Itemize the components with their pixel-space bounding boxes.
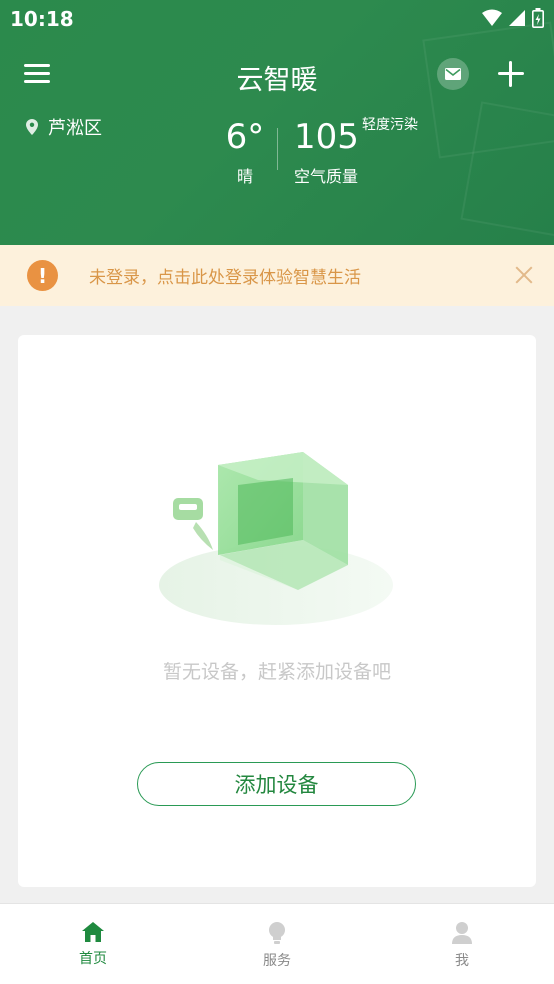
warning-icon: ! <box>27 260 58 291</box>
home-icon <box>82 922 104 942</box>
wifi-icon <box>482 9 502 26</box>
notice-text[interactable]: 未登录，点击此处登录体验智慧生活 <box>89 263 361 288</box>
aqi-level: 轻度污染 <box>362 117 418 133</box>
weather-block: 6° 晴 <box>218 118 272 187</box>
tab-me[interactable]: 我 <box>402 922 522 970</box>
header: 10:18 云智暖 芦淞区 6° 晴 105 空气质量 轻度污染 <box>0 0 554 245</box>
close-icon[interactable] <box>514 265 534 285</box>
location-pin-icon <box>26 119 38 135</box>
tab-home[interactable]: 首页 <box>33 922 153 968</box>
empty-message: 暂无设备，赶紧添加设备吧 <box>162 661 391 683</box>
bulb-icon <box>269 922 285 944</box>
message-button[interactable] <box>437 58 469 90</box>
aqi-value: 105 <box>294 117 359 157</box>
add-button[interactable] <box>496 59 526 89</box>
temperature-value: 6° <box>225 117 265 157</box>
status-time: 10:18 <box>10 7 74 31</box>
page-title: 云智暖 <box>236 65 318 96</box>
status-bar: 10:18 <box>0 0 554 40</box>
tab-label: 我 <box>455 953 469 969</box>
location-label: 芦淞区 <box>48 118 102 139</box>
signal-icon <box>509 10 525 26</box>
device-card: 暂无设备，赶紧添加设备吧 添加设备 <box>18 335 536 887</box>
location[interactable]: 芦淞区 <box>26 114 102 140</box>
battery-icon <box>532 8 544 28</box>
bottom-tab-bar: 首页 服务 我 <box>0 903 554 984</box>
tab-label: 服务 <box>263 953 291 969</box>
aqi-label: 空气质量 <box>294 167 359 186</box>
mail-icon <box>445 68 461 80</box>
add-device-button[interactable]: 添加设备 <box>137 762 416 806</box>
tab-service[interactable]: 服务 <box>217 922 337 970</box>
empty-box-illustration <box>159 452 393 625</box>
status-icons <box>482 8 544 28</box>
login-notice[interactable]: ! 未登录，点击此处登录体验智慧生活 <box>0 245 554 306</box>
user-icon <box>452 922 472 944</box>
tab-label: 首页 <box>79 951 107 967</box>
divider <box>277 128 278 170</box>
air-quality-block: 105 空气质量 <box>294 118 359 187</box>
weather-condition: 晴 <box>236 167 253 186</box>
